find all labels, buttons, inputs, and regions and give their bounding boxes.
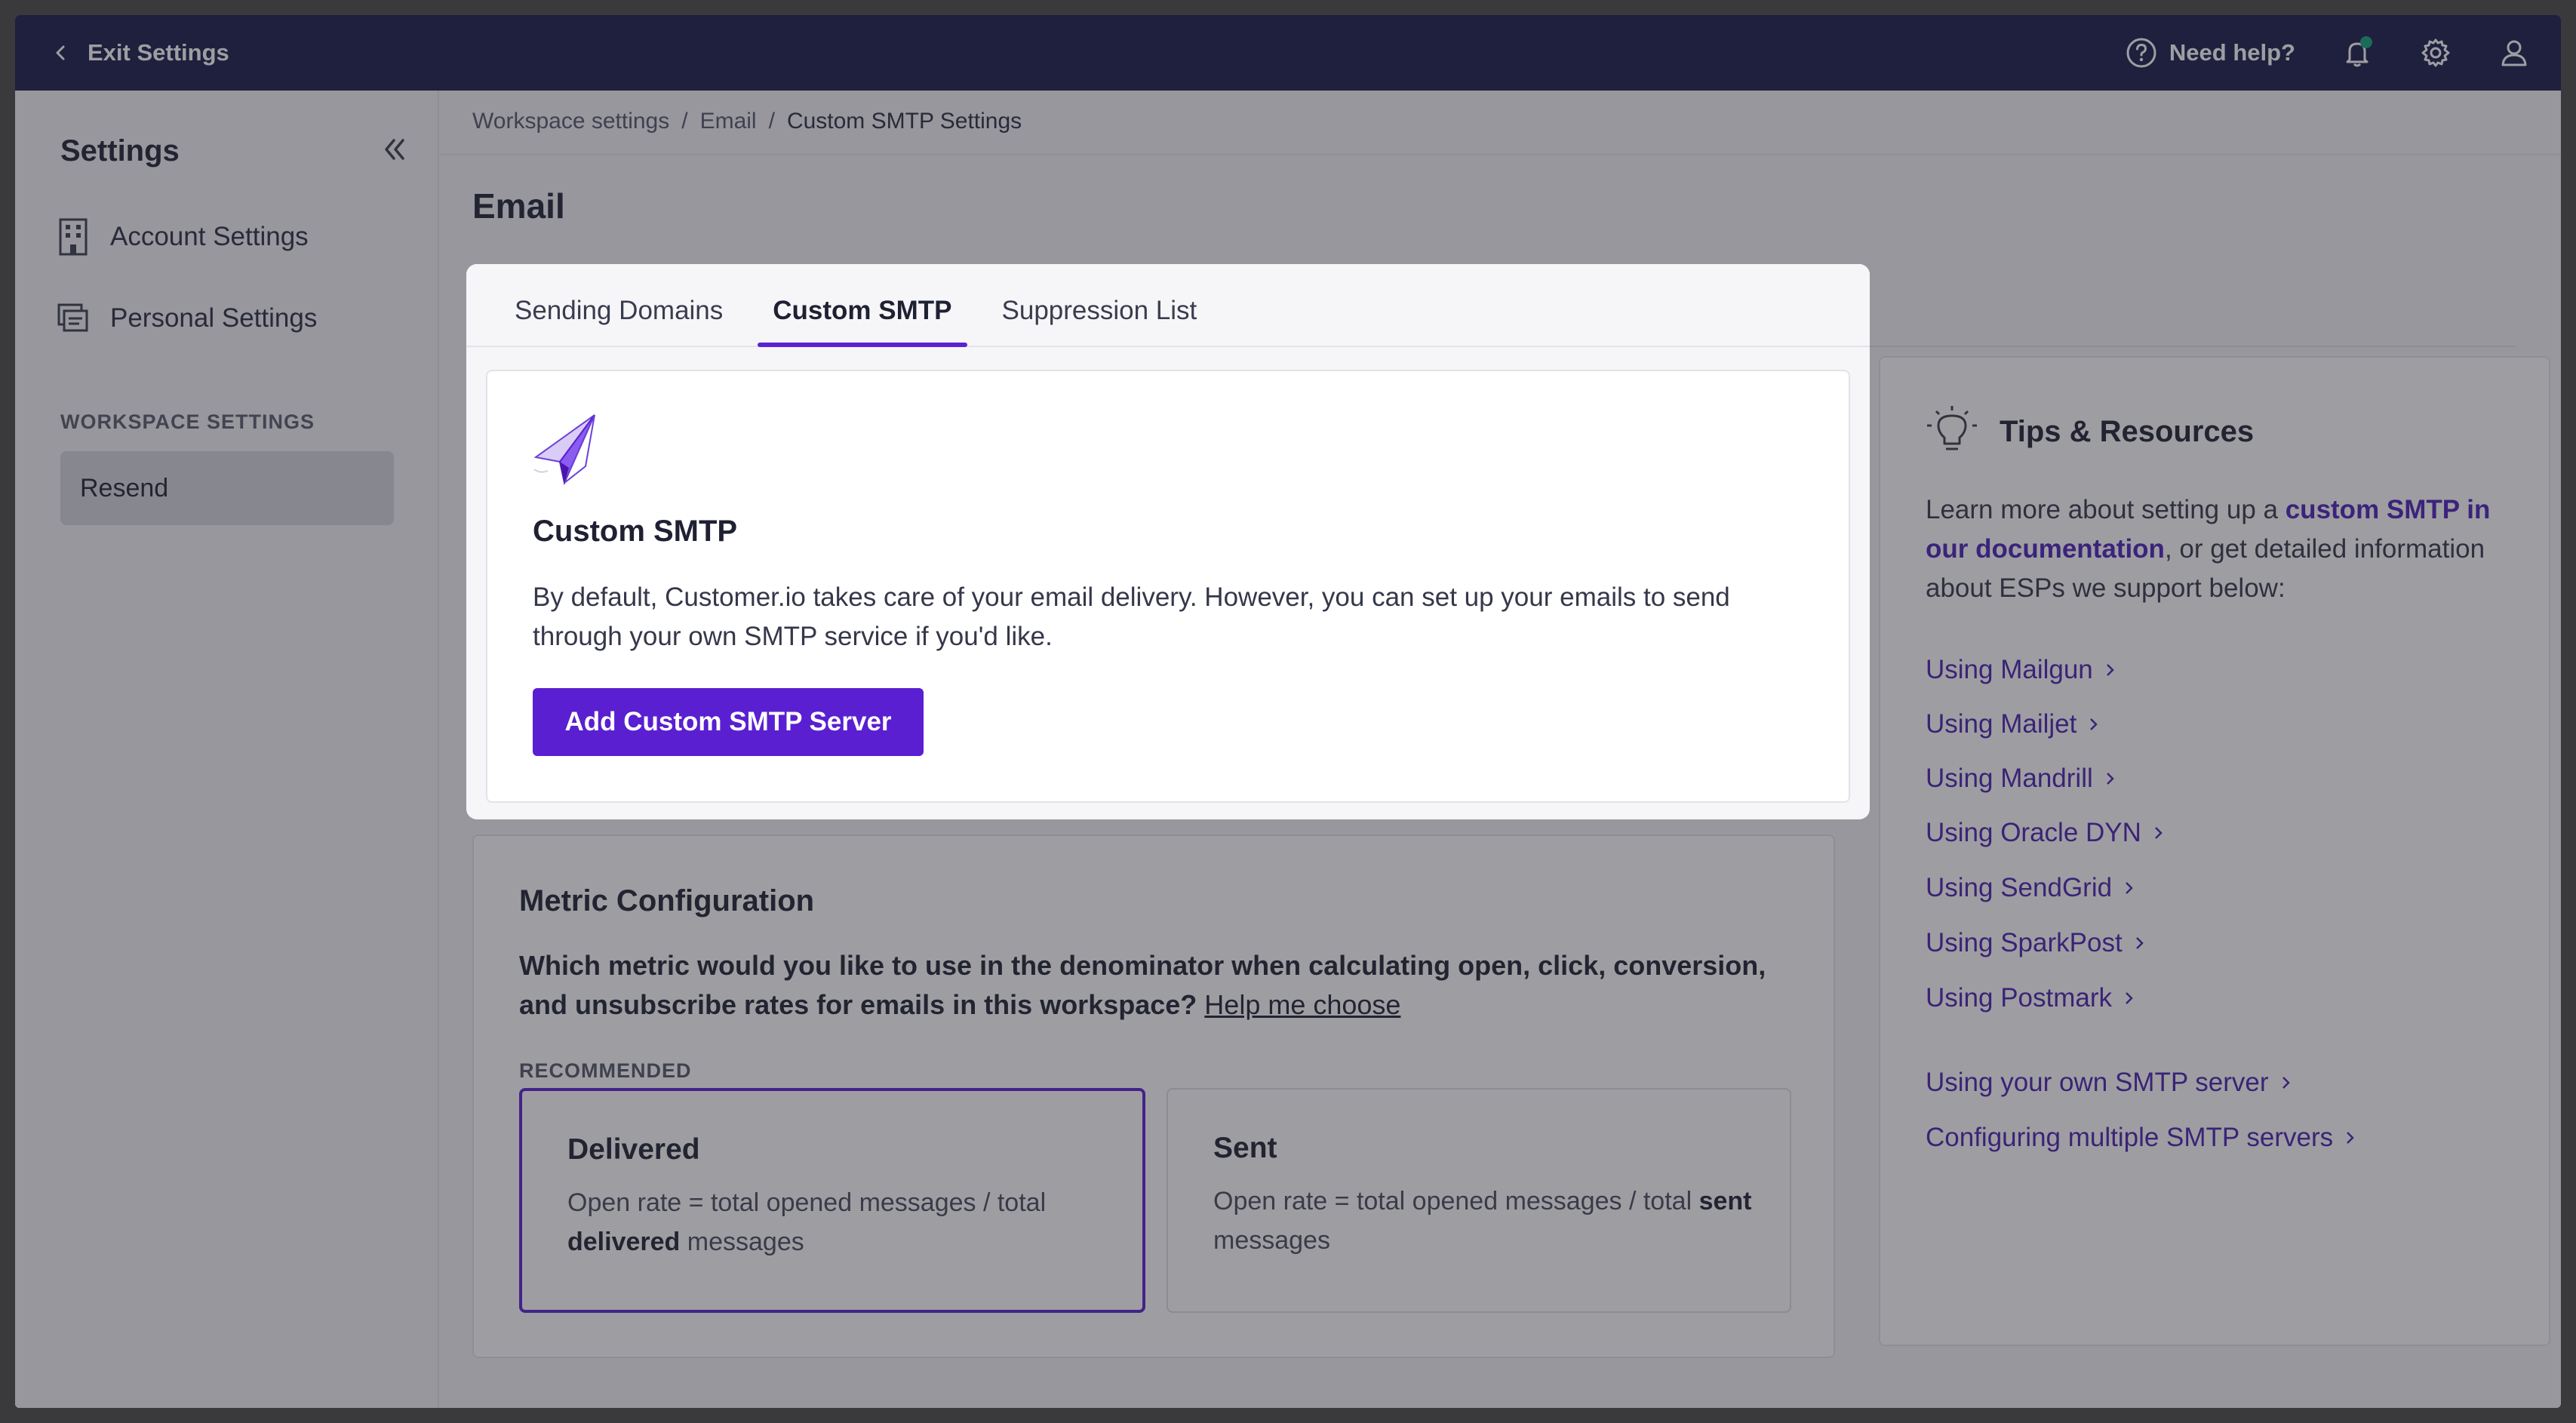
custom-smtp-card: Custom SMTP By default, Customer.io take… — [486, 370, 1850, 803]
add-custom-smtp-server-button[interactable]: Add Custom SMTP Server — [533, 688, 924, 756]
tab-sending-domains[interactable]: Sending Domains — [500, 296, 738, 346]
custom-smtp-description: By default, Customer.io takes care of yo… — [533, 582, 1730, 651]
app-window: Exit Settings Need help? Settings Accoun… — [15, 15, 2561, 1408]
tab-suppression-list[interactable]: Suppression List — [987, 296, 1213, 346]
tab-custom-smtp[interactable]: Custom SMTP — [758, 296, 967, 347]
custom-smtp-panel: Sending Domains Custom SMTP Suppression … — [466, 264, 1870, 819]
paper-plane-icon — [533, 414, 595, 486]
email-tabs: Sending Domains Custom SMTP Suppression … — [466, 264, 1870, 347]
custom-smtp-title: Custom SMTP — [533, 515, 738, 548]
